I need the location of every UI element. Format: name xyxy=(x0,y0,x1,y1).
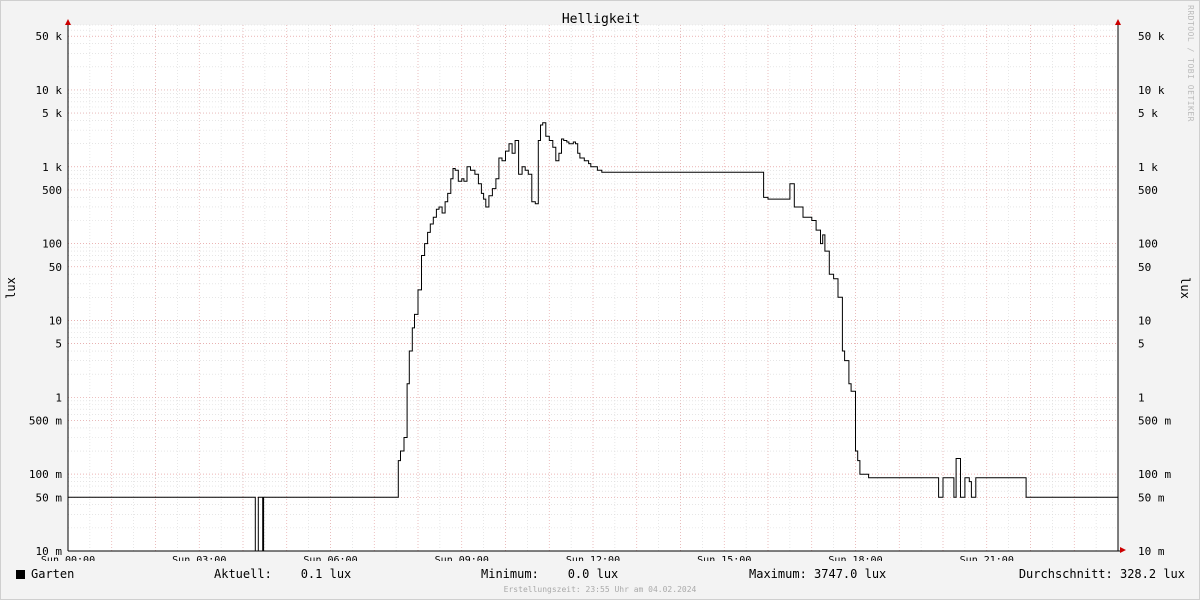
y-tick-label-left: 10 k xyxy=(36,84,63,97)
y-tick-label-right: 50 k xyxy=(1138,30,1165,43)
y-tick-label-left: 100 xyxy=(42,238,62,251)
y-tick-label-right: 100 m xyxy=(1138,468,1171,481)
y-tick-label-right: 1 xyxy=(1138,391,1145,404)
y-tick-label-left: 10 xyxy=(49,314,62,327)
y-tick-label-left: 1 k xyxy=(42,161,62,174)
y-tick-label-right: 10 m xyxy=(1138,545,1165,558)
y-axis-arrow-left xyxy=(65,19,71,25)
legend-bar: Garten Aktuell: 0.1 lux Minimum: 0.0 lux… xyxy=(1,567,1199,587)
rrdtool-watermark: RRDTOOL / TOBI OETIKER xyxy=(1186,5,1195,122)
y-tick-label-right: 500 xyxy=(1138,184,1158,197)
y-tick-label-left: 5 k xyxy=(42,107,62,120)
y-tick-label-left: 500 xyxy=(42,184,62,197)
legend-average: Durchschnitt: 328.2 lux xyxy=(1018,567,1185,581)
y-axis-label-left: lux xyxy=(4,277,18,299)
chart-frame: 10 m 10 m 50 m 50 m 100 m 100 m 500 m 500 m1155… xyxy=(0,0,1200,600)
legend-current: Aktuell: 0.1 lux xyxy=(214,567,352,581)
y-tick-label-right: 50 xyxy=(1138,261,1151,274)
y-tick-label-right: 1 k xyxy=(1138,161,1158,174)
x-tick-label: Sun 06:00 xyxy=(303,555,357,561)
x-tick-label: Sun 09:00 xyxy=(435,555,489,561)
y-tick-label-right: 100 xyxy=(1138,238,1158,251)
chart-title: Helligkeit xyxy=(562,12,640,27)
legend-minimum: Minimum: 0.0 lux xyxy=(481,567,619,581)
legend-series: Garten xyxy=(16,567,74,581)
y-tick-label-left: 100 m xyxy=(29,468,62,481)
y-tick-label-left: 1 xyxy=(55,391,62,404)
x-tick-label: Sun 03:00 xyxy=(172,555,226,561)
legend-maximum: Maximum: 3747.0 lux xyxy=(749,567,887,581)
y-tick-label-left: 50 m xyxy=(36,491,63,504)
creation-time-footer: Erstellungszeit: 23:55 Uhr am 04.02.2024 xyxy=(503,585,697,594)
y-tick-label-right: 5 k xyxy=(1138,107,1158,120)
x-axis-arrow xyxy=(1120,547,1126,553)
x-tick-label: Sun 18:00 xyxy=(828,555,882,561)
y-tick-label-right: 50 m xyxy=(1138,491,1165,504)
y-axis-label-right: lux xyxy=(1178,277,1192,299)
y-tick-label-left: 5 xyxy=(55,338,62,351)
y-tick-label-right: 10 k xyxy=(1138,84,1165,97)
y-tick-label-left: 500 m xyxy=(29,414,62,427)
y-tick-label-right: 10 xyxy=(1138,314,1151,327)
x-tick-label: Sun 15:00 xyxy=(697,555,751,561)
y-tick-label-left: 50 xyxy=(49,261,62,274)
chart-svg: 10 m 10 m50 m 50 m100 m 100 m500 m 500 m1 15 5… xyxy=(4,12,1192,561)
x-tick-label: Sun 21:00 xyxy=(960,555,1014,561)
y-tick-label-left: 50 k xyxy=(36,30,63,43)
x-tick-label: Sun 12:00 xyxy=(566,555,620,561)
legend-swatch xyxy=(16,570,25,579)
y-axis-arrow-right xyxy=(1115,19,1121,25)
y-tick-label-right: 5 xyxy=(1138,338,1145,351)
legend-series-name: Garten xyxy=(31,567,75,581)
y-tick-label-right: 500 m xyxy=(1138,414,1171,427)
x-tick-label: Sun 00:00 xyxy=(41,555,95,561)
